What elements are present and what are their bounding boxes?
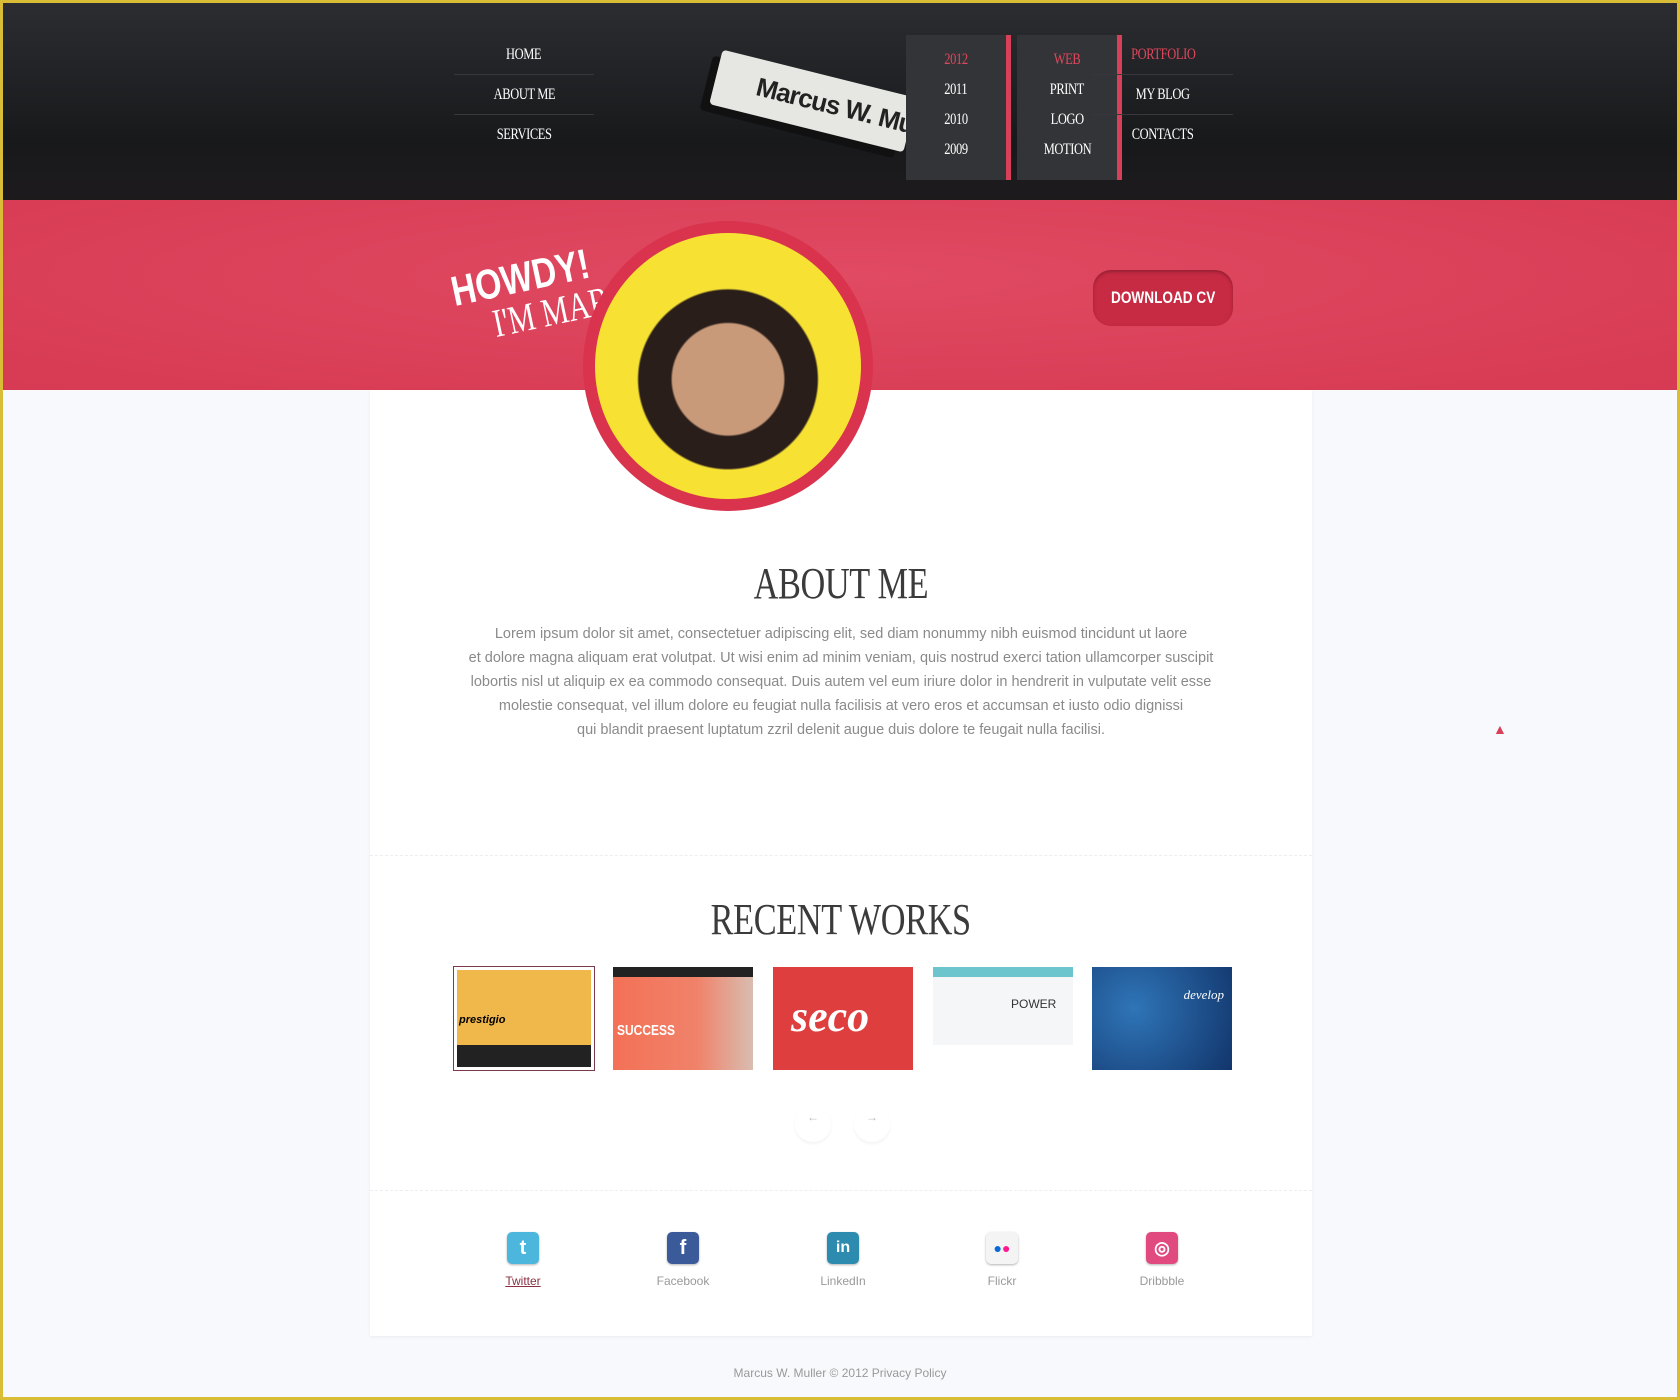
year-2011[interactable]: 2011 [906, 75, 1006, 105]
facebook-icon: f [667, 1232, 699, 1264]
work-thumb-seco[interactable]: seco [773, 967, 913, 1070]
social-flickr[interactable]: ●● Flickr [947, 1232, 1057, 1288]
nav-about-me[interactable]: ABOUT ME [454, 75, 594, 115]
social-twitter[interactable]: t Twitter [468, 1232, 578, 1288]
twitter-icon: t [507, 1232, 539, 1264]
nav-home[interactable]: HOME [454, 35, 594, 75]
dribbble-icon: ◎ [1146, 1232, 1178, 1264]
year-2010[interactable]: 2010 [906, 105, 1006, 135]
profile-photo-frame [583, 221, 873, 511]
flickr-icon: ●● [986, 1232, 1018, 1264]
divider [370, 1190, 1312, 1191]
year-2012[interactable]: 2012 [906, 45, 1006, 75]
profile-photo [595, 233, 861, 499]
logo-ribbon[interactable]: Marcus W. Muller [709, 49, 917, 153]
work-thumb-develop[interactable]: develop [1092, 967, 1232, 1070]
scroll-top-icon[interactable]: ▲ [1493, 721, 1507, 737]
logo-text: Marcus W. Muller [753, 71, 917, 149]
header: HOME ABOUT ME SERVICES Marcus W. Muller … [3, 3, 1677, 200]
nav-services[interactable]: SERVICES [454, 115, 594, 155]
social-facebook[interactable]: f Facebook [628, 1232, 738, 1288]
year-2009[interactable]: 2009 [906, 135, 1006, 165]
next-arrow-button[interactable]: → [854, 1106, 890, 1142]
years-menu-bar [1006, 35, 1011, 180]
linkedin-icon: in [827, 1232, 859, 1264]
work-thumb-power[interactable]: POWER [933, 967, 1073, 1070]
recent-works-title: RECENT WORKS [710, 895, 972, 944]
about-text: Lorem ipsum dolor sit amet, consectetuer… [468, 626, 1214, 738]
nav-contacts[interactable]: CONTACTS [1093, 115, 1233, 155]
nav-left: HOME ABOUT ME SERVICES [454, 35, 594, 155]
social-dribbble[interactable]: ◎ Dribbble [1107, 1232, 1217, 1288]
divider [370, 855, 1312, 856]
content-card: ABOUT ME Lorem ipsum dolor sit amet, con… [370, 390, 1312, 1336]
work-thumb-prestigio[interactable]: prestigio [453, 966, 595, 1071]
years-menu: 2012 2011 2010 2009 [906, 35, 1006, 180]
about-title: ABOUT ME [753, 559, 929, 608]
download-cv-button[interactable]: DOWNLOAD CV [1093, 270, 1233, 326]
social-linkedin[interactable]: in LinkedIn [788, 1232, 898, 1288]
nav-my-blog[interactable]: MY BLOG [1093, 75, 1233, 115]
footer-text: Marcus W. Muller © 2012 Privacy Policy [733, 1366, 947, 1380]
nav-portfolio[interactable]: PORTFOLIO [1093, 35, 1233, 75]
nav-right: PORTFOLIO MY BLOG CONTACTS [1093, 35, 1233, 155]
work-thumb-success[interactable]: SUCCESS [613, 967, 753, 1070]
prev-arrow-button[interactable]: ← [795, 1106, 831, 1142]
